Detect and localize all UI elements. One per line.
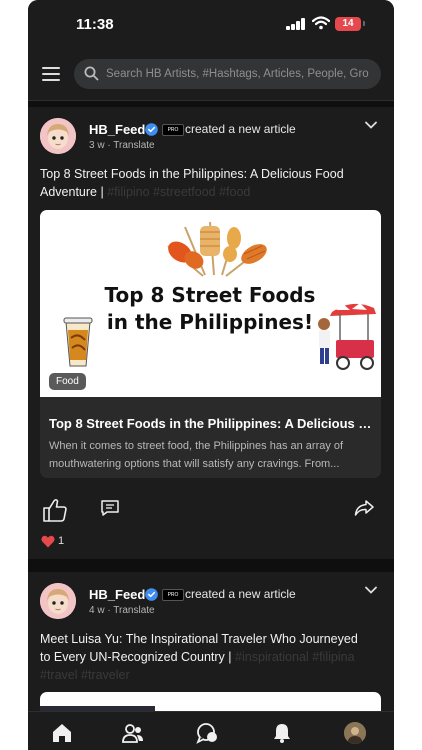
post-card: HB_Feed PRO created a new article 4 w · … (28, 572, 394, 711)
search-input[interactable] (106, 59, 374, 89)
post-meta: 3 w · Translate (89, 140, 155, 151)
share-icon[interactable] (354, 499, 374, 517)
post-time: 4 w (89, 605, 105, 616)
chat-icon[interactable] (196, 722, 218, 744)
drink-illustration (63, 317, 93, 367)
translate-link[interactable]: Translate (113, 605, 154, 616)
status-time: 11:38 (76, 16, 114, 33)
signal-icon (286, 18, 306, 30)
heart-icon (41, 535, 55, 548)
post-hashtags[interactable]: #filipino #streetfood #food (107, 185, 250, 199)
pro-badge-icon: PRO (162, 589, 184, 601)
search-bar[interactable] (74, 59, 381, 89)
search-icon (84, 66, 99, 81)
home-icon[interactable] (51, 722, 73, 744)
article-card[interactable] (40, 692, 381, 711)
post-title[interactable]: Top 8 Street Foods in the Philippines: A… (40, 165, 360, 201)
post-action-text: created a new article (185, 122, 296, 136)
article-description: When it comes to street food, the Philip… (49, 440, 344, 470)
vendor-cart-illustration (318, 303, 376, 370)
menu-icon[interactable] (42, 67, 60, 81)
author-avatar[interactable] (40, 583, 76, 619)
verified-badge-icon (145, 588, 158, 601)
phone-screen: 11:38 14 Search HB Artists, #Hashtags, A… (28, 0, 394, 750)
skewers-illustration (167, 221, 267, 277)
status-bar: 11:38 14 (28, 0, 394, 50)
verified-badge-icon (145, 123, 158, 136)
author-name[interactable]: HB_Feed (89, 122, 145, 137)
author-avatar[interactable] (40, 118, 76, 154)
image-headline-2: in the Philippines! (107, 310, 313, 334)
bell-icon[interactable] (271, 722, 293, 744)
chevron-down-icon[interactable] (365, 121, 377, 129)
translate-link[interactable]: Translate (113, 140, 154, 151)
chevron-down-icon[interactable] (365, 586, 377, 594)
bottom-nav (28, 711, 394, 750)
author-name[interactable]: HB_Feed (89, 587, 145, 602)
like-count[interactable]: 1 (58, 535, 64, 547)
thumbs-up-icon[interactable] (42, 497, 68, 523)
category-badge[interactable]: Food (49, 373, 86, 390)
pro-badge-icon: PRO (162, 124, 184, 136)
top-bar (28, 50, 394, 101)
article-image: Top 8 Street Foods in the Philippines! (40, 210, 381, 397)
profile-avatar[interactable] (344, 722, 366, 744)
article-title[interactable]: Top 8 Street Foods in the Philippines: A… (49, 416, 374, 431)
post-time: 3 w (89, 140, 105, 151)
comment-icon[interactable] (100, 499, 120, 517)
post-action-text: created a new article (185, 587, 296, 601)
article-card[interactable]: Top 8 Street Foods in the Philippines! F… (40, 210, 381, 478)
battery-icon: 14 (335, 17, 361, 31)
post-meta: 4 w · Translate (89, 605, 155, 616)
feed: HB_Feed PRO created a new article 3 w · … (28, 101, 394, 711)
image-headline-1: Top 8 Street Foods (105, 283, 316, 307)
post-title[interactable]: Meet Luisa Yu: The Inspirational Travele… (40, 630, 360, 684)
battery-tip (363, 21, 365, 26)
wifi-icon (312, 16, 330, 30)
post-card: HB_Feed PRO created a new article 3 w · … (28, 107, 394, 559)
people-icon[interactable] (122, 722, 144, 744)
